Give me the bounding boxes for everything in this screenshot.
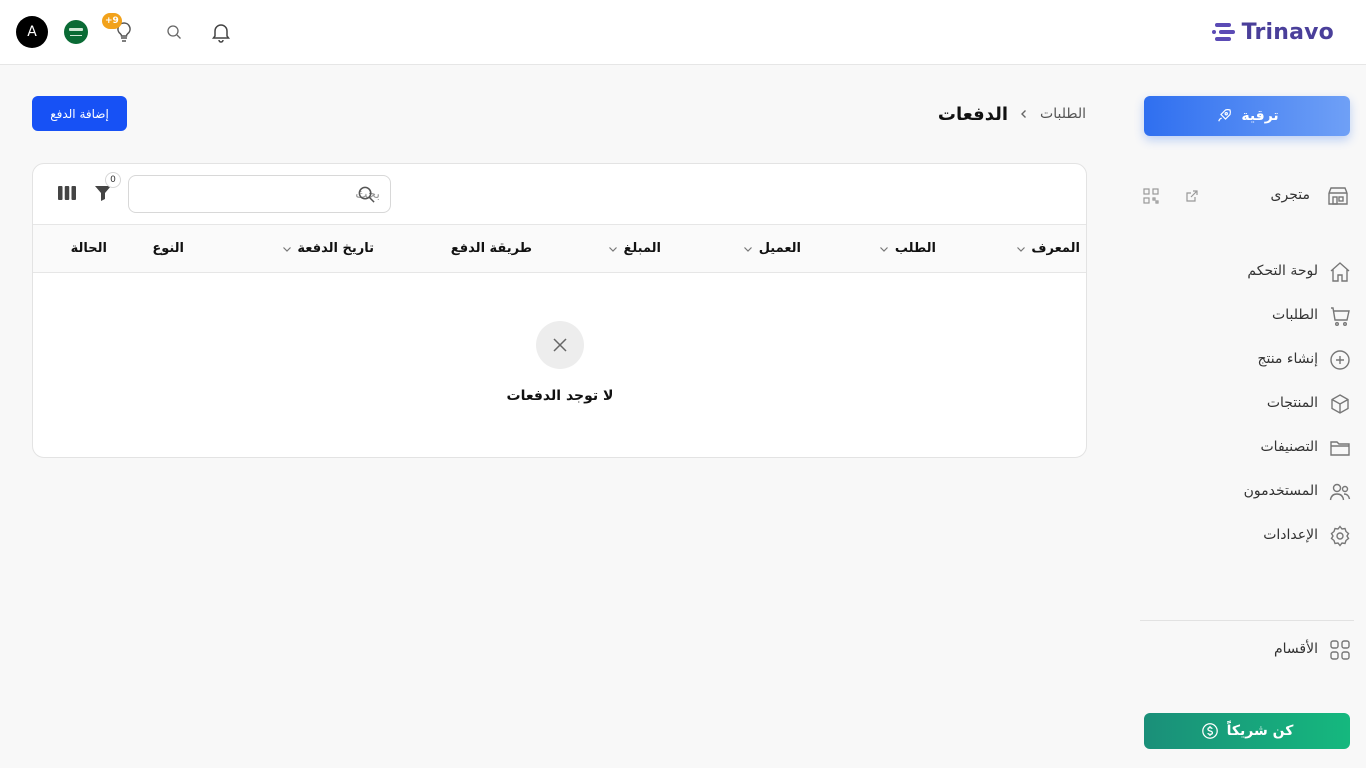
column-header-label: تاريخ الدفعة — [297, 241, 374, 256]
lightbulb-badge: +9 — [102, 13, 122, 29]
sidebar-item-settings[interactable]: الإعدادات — [1142, 522, 1352, 550]
sidebar-item-label: إنشاء منتج — [1257, 351, 1318, 367]
add-payment-button[interactable]: إضافة الدفع — [32, 96, 127, 131]
column-header-customer[interactable]: العميل — [742, 241, 801, 256]
folder-icon — [1330, 441, 1350, 456]
sidebar-item-label: المستخدمون — [1243, 483, 1318, 499]
payments-table: 0 المعرف الطلب العميل المبلغ طريقة الدفع — [32, 163, 1087, 458]
rocket-icon — [1218, 109, 1232, 122]
qr-code-icon[interactable] — [1142, 187, 1160, 205]
sidebar-item-label: الأقسام — [1274, 641, 1318, 657]
sidebar-item-sections[interactable]: الأقسام — [1142, 636, 1352, 664]
column-header-label: المبلغ — [623, 241, 661, 256]
cart-icon — [1331, 307, 1350, 327]
become-partner-button[interactable]: كن شريكاً — [1144, 713, 1350, 749]
column-header-label: الطلب — [894, 241, 936, 256]
my-store-row[interactable]: متجرى — [1142, 181, 1350, 211]
sidebar-divider — [1140, 620, 1354, 621]
home-icon — [1330, 262, 1350, 282]
brand-logo-icon — [1211, 23, 1235, 41]
saudi-flag-icon[interactable] — [64, 20, 88, 44]
chevron-down-icon — [608, 246, 617, 252]
chevron-left-icon — [1021, 110, 1027, 118]
sidebar-item-label: الإعدادات — [1263, 527, 1318, 543]
sidebar-item-products[interactable]: المنتجات — [1142, 390, 1352, 418]
column-header-label: المعرف — [1031, 241, 1080, 256]
users-icon — [1329, 483, 1351, 501]
sidebar-item-categories[interactable]: التصنيفات — [1142, 434, 1352, 462]
my-store-label: متجرى — [1270, 187, 1310, 203]
breadcrumb: الطلبات الدفعات — [938, 101, 1086, 127]
page-title: الدفعات — [937, 103, 1009, 125]
empty-state-message: لا توجد الدفعات — [506, 388, 614, 404]
search-icon[interactable] — [166, 24, 182, 40]
chevron-down-icon — [880, 246, 889, 252]
sidebar-item-label: الطلبات — [1272, 307, 1318, 323]
sidebar-item-label: المنتجات — [1266, 395, 1318, 411]
external-link-icon[interactable] — [1184, 188, 1200, 204]
sidebar-item-dashboard[interactable]: لوحة التحكم — [1142, 258, 1352, 286]
column-header-label: طريقة الدفع — [450, 241, 532, 256]
column-header-payment-date[interactable]: تاريخ الدفعة — [281, 241, 374, 256]
column-header-order[interactable]: الطلب — [878, 241, 936, 256]
brand-name: Trinavo — [1241, 19, 1334, 45]
grid-icon — [1330, 640, 1350, 660]
column-header-type: النوع — [152, 241, 184, 256]
chevron-down-icon — [744, 246, 753, 252]
top-bar: Trinavo A +9 — [0, 0, 1366, 65]
column-header-status: الحالة — [71, 241, 107, 256]
breadcrumb-orders-link[interactable]: الطلبات — [1040, 106, 1086, 122]
sidebar-item-label: التصنيفات — [1260, 439, 1319, 455]
dollar-circle-icon — [1201, 723, 1218, 739]
store-icon — [1328, 187, 1348, 205]
column-header-amount[interactable]: المبلغ — [607, 241, 661, 256]
column-header-id[interactable]: المعرف — [1015, 241, 1080, 256]
chevron-down-icon — [282, 246, 291, 252]
column-header-label: العميل — [758, 241, 801, 256]
sidebar-item-users[interactable]: المستخدمون — [1142, 478, 1352, 506]
search-icon — [358, 186, 375, 203]
box-icon — [1331, 394, 1349, 414]
columns-icon[interactable] — [58, 185, 76, 201]
search-field[interactable] — [128, 175, 391, 213]
table-header: المعرف الطلب العميل المبلغ طريقة الدفع ت… — [33, 224, 1086, 273]
bell-icon[interactable] — [209, 20, 233, 44]
sidebar-item-create-product[interactable]: إنشاء منتج — [1142, 346, 1352, 374]
column-header-payment-method: طريقة الدفع — [451, 241, 532, 256]
empty-state-icon — [536, 321, 584, 369]
chevron-down-icon — [1016, 246, 1025, 252]
partner-label: كن شريكاً — [1226, 723, 1294, 739]
gear-icon — [1330, 525, 1350, 547]
filter-count-badge: 0 — [105, 172, 121, 188]
avatar[interactable]: A — [16, 16, 48, 48]
upgrade-label: ترقية — [1241, 108, 1279, 124]
column-header-label: النوع — [152, 241, 184, 256]
column-header-label: الحالة — [70, 241, 107, 256]
upgrade-button[interactable]: ترقية — [1144, 96, 1350, 136]
close-icon — [553, 338, 567, 352]
brand-logo[interactable]: Trinavo — [1211, 18, 1334, 46]
plus-circle-icon — [1330, 350, 1350, 370]
search-input[interactable] — [180, 184, 380, 204]
sidebar-item-orders[interactable]: الطلبات — [1142, 302, 1352, 330]
sidebar-item-label: لوحة التحكم — [1247, 263, 1318, 279]
